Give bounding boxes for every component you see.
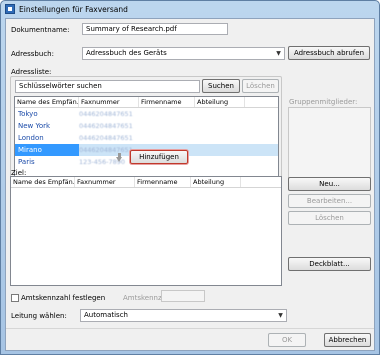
line-select-selected: Automatisch xyxy=(84,311,128,319)
new-recipient-button[interactable]: Neu... xyxy=(288,177,371,191)
fax-number: 0446204847651 xyxy=(79,110,133,118)
line-select-dropdown[interactable]: Automatisch ▼ xyxy=(80,309,287,322)
address-list-view[interactable]: Name des Empfän... Faxnummer Firmenname … xyxy=(14,96,279,178)
recipient-name: London xyxy=(18,134,44,142)
destination-list-header: Name des Empfän... Faxnummer Firmenname … xyxy=(11,177,281,188)
column-header-department[interactable]: Abteilung xyxy=(191,177,241,187)
chevron-down-icon: ▼ xyxy=(278,312,283,319)
recipient-name: New York xyxy=(18,122,51,130)
column-header-recipient[interactable]: Name des Empfän... xyxy=(15,97,79,107)
group-members-label: Gruppenmitglieder: xyxy=(289,98,358,106)
chevron-down-icon: ▼ xyxy=(276,50,281,57)
arrow-down-icon xyxy=(116,153,122,162)
delete-recipient-button[interactable]: Löschen xyxy=(288,211,371,225)
group-members-list xyxy=(288,107,371,180)
document-name-field[interactable]: Summary of Research.pdf xyxy=(82,23,228,35)
add-button[interactable]: Hinzufügen xyxy=(130,150,188,164)
line-select-label: Leitung wählen: xyxy=(11,312,67,320)
outside-line-checkbox[interactable] xyxy=(11,294,19,302)
column-header-fax[interactable]: Faxnummer xyxy=(79,97,139,107)
cancel-button[interactable]: Abbrechen xyxy=(324,333,371,347)
destination-list-view[interactable]: Name des Empfän... Faxnummer Firmenname … xyxy=(10,176,282,286)
address-row[interactable]: Tokyo 0446204847651 xyxy=(15,108,278,120)
recipient-name: Tokyo xyxy=(18,110,38,118)
clear-search-button[interactable]: Löschen xyxy=(242,79,279,93)
footer-separator xyxy=(6,328,374,329)
fetch-address-book-button[interactable]: Adressbuch abrufen xyxy=(288,46,370,60)
address-book-label: Adressbuch: xyxy=(11,50,54,58)
outside-line-checkbox-label: Amtskennzahl festlegen xyxy=(21,294,106,302)
fax-number: 0446204847651 xyxy=(79,134,133,142)
ok-button[interactable]: OK xyxy=(268,333,306,347)
document-name-label: Dokumentname: xyxy=(11,26,70,34)
address-list-label: Adressliste: xyxy=(11,68,52,76)
dialog-body: Dokumentname: Summary of Research.pdf Ad… xyxy=(5,18,375,351)
address-row[interactable]: London 0446204847651 xyxy=(15,132,278,144)
address-row[interactable]: New York 0446204847651 xyxy=(15,120,278,132)
address-book-selected: Adressbuch des Geräts xyxy=(86,49,167,57)
search-button[interactable]: Suchen xyxy=(202,79,240,93)
outside-line-code-field[interactable] xyxy=(161,290,205,302)
edit-recipient-button[interactable]: Bearbeiten... xyxy=(288,194,371,208)
column-header-company[interactable]: Firmenname xyxy=(139,97,195,107)
fax-settings-window: Einstellungen für Faxversand Dokumentnam… xyxy=(0,0,380,355)
recipient-name: Mirano xyxy=(15,144,79,156)
fax-app-icon xyxy=(5,4,15,14)
column-header-department[interactable]: Abteilung xyxy=(195,97,245,107)
column-header-recipient[interactable]: Name des Empfän... xyxy=(11,177,75,187)
title-bar[interactable]: Einstellungen für Faxversand xyxy=(1,1,379,17)
keyword-search-input[interactable]: Schlüsselwörter suchen xyxy=(15,80,200,93)
window-title: Einstellungen für Faxversand xyxy=(19,4,128,14)
column-header-fax[interactable]: Faxnummer xyxy=(75,177,135,187)
address-book-select[interactable]: Adressbuch des Geräts ▼ xyxy=(82,47,285,60)
recipient-name: Paris xyxy=(18,158,35,166)
fax-number: 0446204847651 xyxy=(79,122,133,130)
address-list-header: Name des Empfän... Faxnummer Firmenname … xyxy=(15,97,278,108)
column-header-company[interactable]: Firmenname xyxy=(135,177,191,187)
cover-sheet-button[interactable]: Deckblatt... xyxy=(288,257,371,271)
